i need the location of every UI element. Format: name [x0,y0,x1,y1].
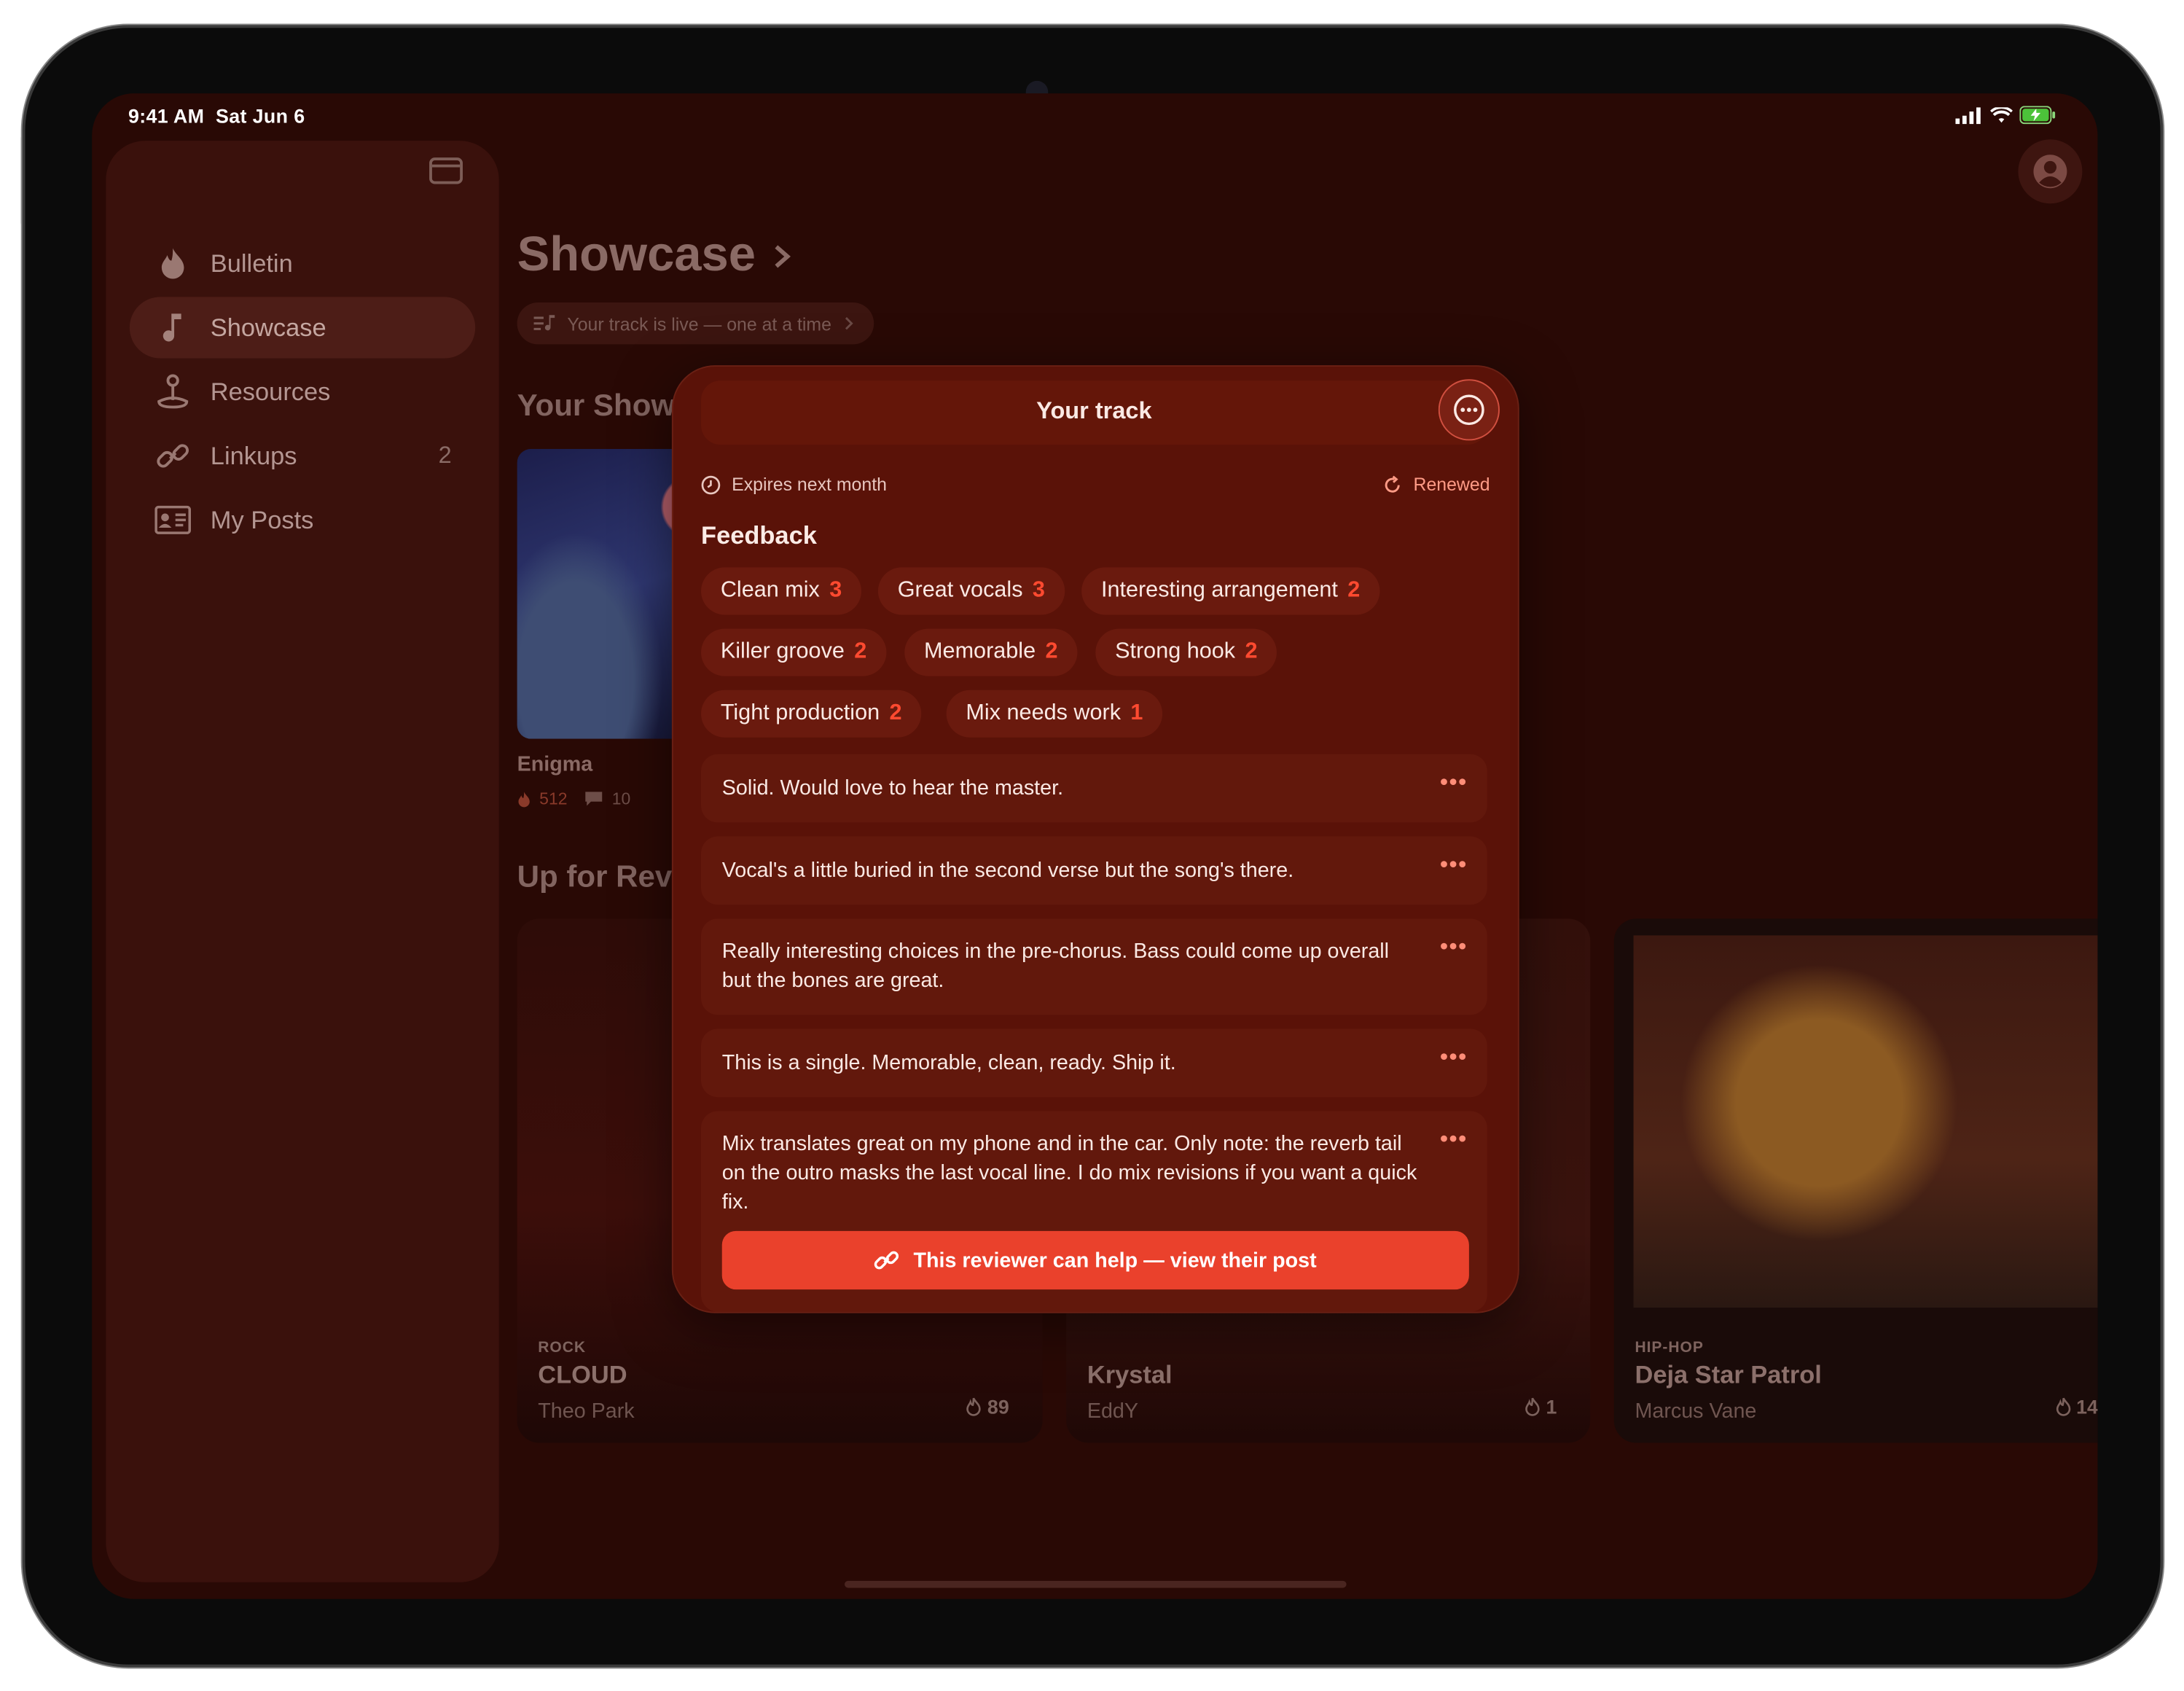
expires-info: Expires next month [701,474,887,495]
profile-avatar[interactable] [2018,139,2083,204]
home-indicator [845,1580,1347,1588]
more-options-button[interactable] [1438,379,1500,441]
screen: 9:41 AM Sat Jun 6 Bulletin Showcase Reso… [92,93,2098,1599]
feedback-comment: Really interesting choices in the pre-ch… [701,918,1487,1015]
card-likes: 89 [966,1396,1009,1418]
enigma-stats: 512 10 [517,789,631,809]
music-list-icon [533,315,555,331]
sidebar-item-label: Bulletin [210,249,293,277]
comment-icon [585,792,603,806]
card-likes: 143 [2055,1396,2097,1418]
wifi-icon [1990,107,2013,123]
card-title: Krystal [1087,1360,1173,1389]
sidebar-item-label: Linkups [210,441,297,469]
flame-icon [1525,1397,1541,1416]
feedback-tag[interactable]: Great vocals 3 [877,567,1065,615]
flame-icon [518,791,530,807]
sidebar-item-label: Resources [210,377,331,405]
feedback-comment: Solid. Would love to hear the master. ••… [701,754,1487,823]
enigma-title: Enigma [517,752,593,777]
sidebar-item-bulletin[interactable]: Bulletin [130,233,475,294]
link-icon [874,1251,899,1270]
feedback-tag[interactable]: Strong hook 2 [1095,628,1277,676]
flame-icon [154,246,191,282]
ellipsis-circle-icon [1454,394,1484,426]
feedback-tag[interactable]: Clean mix 3 [701,567,862,615]
live-track-banner[interactable]: Your track is live — one at a time [517,302,874,345]
card-likes: 1 [1525,1396,1557,1418]
feedback-tag[interactable]: Interesting arrangement 2 [1081,567,1380,615]
feedback-comment: This is a single. Memorable, clean, read… [701,1028,1487,1098]
sidebar-item-label: Showcase [210,313,326,341]
joystick-icon [154,374,191,410]
comment-more-button[interactable]: ••• [1440,851,1468,880]
feedback-tag[interactable]: Tight production 2 [701,690,922,738]
flame-icon [2056,1397,2070,1416]
sidebar-item-linkups[interactable]: Linkups 2 [130,425,475,486]
music-note-icon [154,310,191,346]
card-artist: EddY [1087,1399,1139,1424]
signal-icon [1955,107,1981,125]
sidebar-item-resources[interactable]: Resources [130,361,475,422]
chevron-right-icon[interactable] [771,243,794,270]
popover-title: Your track [1036,397,1152,424]
feedback-heading: Feedback [701,521,817,550]
page-title: Showcase [517,227,756,282]
enigma-comments: 10 [611,789,631,809]
refresh-icon [1385,475,1400,492]
card-title: CLOUD [538,1360,627,1389]
your-track-popover: Your track Expires next month Renewed Fe… [673,367,1518,1312]
clock-icon [701,475,721,494]
battery-charging-icon [2019,106,2056,125]
track-card-deja-star-patrol[interactable]: HIP-HOP Deja Star Patrol Marcus Vane 143 [1613,918,2098,1443]
card-artist: Theo Park [538,1399,635,1424]
feedback-tag[interactable]: Memorable 2 [904,628,1078,676]
section-up-for-review: Up for Rev [517,859,673,894]
flame-icon [967,1397,982,1416]
sidebar-item-label: My Posts [210,505,314,534]
card-genre: HIP-HOP [1635,1340,1704,1356]
deja-artwork [1633,935,2098,1308]
section-your-showcase: Your Show [517,387,676,423]
card-artist: Marcus Vane [1635,1399,1757,1424]
view-reviewer-post-button[interactable]: This reviewer can help — view their post [721,1230,1469,1290]
feedback-comment: Vocal's a little buried in the second ve… [701,836,1487,905]
sidebar-item-my-posts[interactable]: My Posts [130,489,475,550]
card-genre: ROCK [538,1340,587,1356]
sidebar-toggle-icon[interactable] [429,157,463,184]
card-title: Deja Star Patrol [1635,1360,1822,1389]
linkups-count: 2 [438,442,452,469]
status-time: 9:41 AM Sat Jun 6 [128,104,305,128]
feedback-tag[interactable]: Killer groove 2 [701,628,887,676]
comment-more-button[interactable]: ••• [1440,1043,1468,1072]
live-track-text: Your track is live — one at a time [567,313,831,335]
comment-more-button[interactable]: ••• [1440,1125,1468,1154]
popover-header: Your track [701,380,1487,445]
id-card-icon [154,502,192,539]
status-icons [1955,106,2056,125]
renewed-button[interactable]: Renewed [1382,474,1490,495]
chevron-right-icon [845,317,853,330]
enigma-likes: 512 [539,789,568,809]
person-icon [2033,155,2067,189]
comment-more-button[interactable]: ••• [1440,768,1468,797]
sidebar-item-showcase[interactable]: Showcase [129,297,476,359]
comment-more-button[interactable]: ••• [1440,933,1468,962]
sidebar: Bulletin Showcase Resources Linkups 2 My… [106,141,499,1582]
feedback-tag[interactable]: Mix needs work 1 [946,690,1163,738]
link-icon [154,438,191,475]
feedback-comment: Mix translates great on my phone and in … [701,1111,1487,1312]
